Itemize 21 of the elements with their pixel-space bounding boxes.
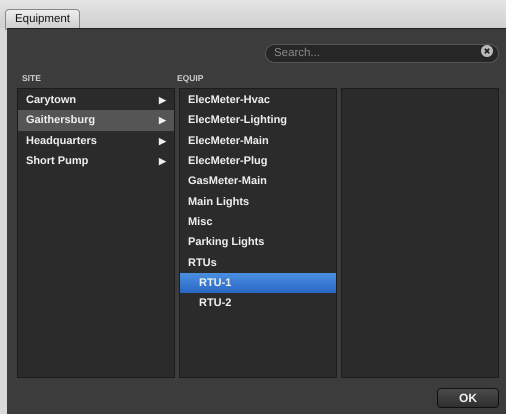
- equip-item[interactable]: Misc: [180, 212, 336, 232]
- equip-item[interactable]: ElecMeter-Main: [180, 130, 336, 151]
- equipment-tab[interactable]: Equipment: [5, 8, 80, 30]
- equip-item[interactable]: RTUs: [180, 252, 336, 273]
- search-field[interactable]: Search...: [265, 44, 499, 62]
- equip-item[interactable]: Parking Lights: [180, 232, 336, 252]
- site-item[interactable]: Short Pump ▶: [18, 150, 174, 172]
- equip-item[interactable]: ElecMeter-Plug: [180, 150, 336, 172]
- column-heading: SITE: [21, 73, 42, 85]
- equip-item[interactable]: RTU-2: [180, 292, 336, 314]
- site-item[interactable]: Carytown ▶: [18, 90, 174, 110]
- ok-button[interactable]: OK: [437, 388, 499, 408]
- equip-item[interactable]: Main Lights: [180, 191, 336, 212]
- site-item[interactable]: Headquarters ▶: [18, 130, 174, 151]
- equip-item[interactable]: RTU-1: [180, 272, 336, 293]
- column-heading: EQUIP: [177, 73, 204, 85]
- equip-item[interactable]: ElecMeter-Hvac: [180, 90, 336, 110]
- clear-icon[interactable]: [481, 44, 493, 56]
- equip-item[interactable]: ElecMeter-Lighting: [180, 110, 336, 131]
- site-item[interactable]: Gaithersburg ▶: [18, 110, 174, 131]
- equip-item[interactable]: GasMeter-Main: [180, 171, 336, 192]
